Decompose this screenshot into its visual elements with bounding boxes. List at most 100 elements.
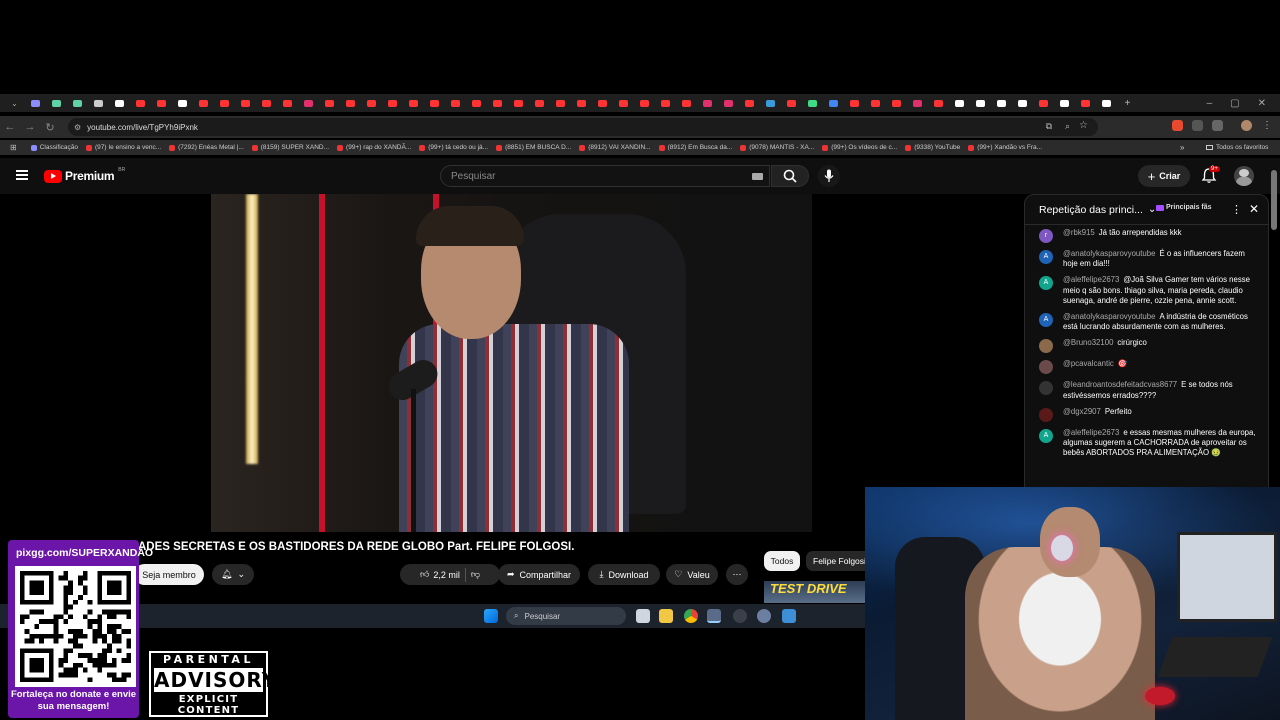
like-button[interactable]: 👍︎ 2,2 mil bbox=[420, 569, 460, 580]
browser-tab[interactable] bbox=[739, 94, 760, 112]
chat-avatar[interactable]: A bbox=[1039, 428, 1053, 443]
chat-mode-label[interactable]: Repetição das princi... bbox=[1039, 204, 1143, 216]
all-bookmarks-folder[interactable]: Todos os favoritos bbox=[1206, 144, 1268, 151]
browser-tab[interactable] bbox=[67, 94, 88, 112]
extension-icon[interactable] bbox=[1192, 120, 1203, 131]
browser-tab[interactable] bbox=[907, 94, 928, 112]
browser-tab[interactable] bbox=[88, 94, 109, 112]
bookmark-item[interactable]: (97) Ie ensino a venc... bbox=[86, 144, 161, 151]
chat-avatar[interactable]: r bbox=[1039, 229, 1053, 243]
tab-list-icon[interactable]: ⌄ bbox=[4, 94, 25, 112]
bookmark-item[interactable]: (99+) Xandão vs Fra... bbox=[968, 144, 1042, 151]
chat-avatar[interactable] bbox=[1039, 381, 1053, 396]
chat-avatar[interactable] bbox=[1039, 339, 1053, 354]
browser-tab[interactable] bbox=[949, 94, 970, 112]
bookmark-item[interactable]: (8851) EM BUSCA D... bbox=[496, 144, 571, 151]
streaming-app-icon[interactable] bbox=[707, 609, 721, 623]
zoom-icon[interactable]: ⌕ bbox=[1065, 121, 1070, 132]
chip-all[interactable]: Todos bbox=[764, 551, 800, 571]
chat-author[interactable]: @aleffelipe2673 bbox=[1063, 275, 1119, 284]
browser-tab[interactable] bbox=[592, 94, 613, 112]
more-actions-button[interactable]: ⋯ bbox=[726, 564, 748, 585]
browser-tab[interactable] bbox=[697, 94, 718, 112]
chat-author[interactable]: @leandroantosdefeitadcvas8677 bbox=[1063, 380, 1177, 389]
browser-tab[interactable] bbox=[361, 94, 382, 112]
browser-tab[interactable] bbox=[571, 94, 592, 112]
menu-icon[interactable] bbox=[16, 170, 28, 180]
app-icon[interactable] bbox=[782, 609, 796, 623]
browser-tab[interactable] bbox=[928, 94, 949, 112]
browser-tab[interactable] bbox=[25, 94, 46, 112]
voice-search-button[interactable] bbox=[818, 165, 840, 187]
task-view-icon[interactable] bbox=[636, 609, 650, 623]
browser-tab[interactable] bbox=[109, 94, 130, 112]
browser-tab[interactable] bbox=[130, 94, 151, 112]
browser-tab[interactable] bbox=[718, 94, 739, 112]
bookmark-item[interactable]: Classificação bbox=[30, 144, 78, 151]
search-input[interactable]: Pesquisar bbox=[440, 165, 770, 187]
back-icon[interactable]: ← bbox=[0, 121, 20, 133]
extension-icon[interactable] bbox=[1172, 120, 1183, 131]
extension-icon[interactable] bbox=[1212, 120, 1223, 131]
browser-tab[interactable] bbox=[340, 94, 361, 112]
download-button[interactable]: ⤓ Download bbox=[588, 564, 660, 585]
thumb-down-icon[interactable]: 👎︎ bbox=[471, 569, 480, 580]
browser-tab[interactable] bbox=[403, 94, 424, 112]
chat-author[interactable]: @aleffelipe2673 bbox=[1063, 428, 1119, 437]
browser-tab[interactable] bbox=[613, 94, 634, 112]
browser-tab[interactable] bbox=[676, 94, 697, 112]
bookmark-item[interactable]: (9338) YouTube bbox=[905, 144, 960, 151]
browser-tab[interactable] bbox=[46, 94, 67, 112]
bookmark-item[interactable]: (8159) SUPER XAND... bbox=[251, 144, 329, 151]
bookmark-item[interactable]: (7292) Enéas Metal |... bbox=[169, 144, 244, 151]
youtube-logo[interactable]: Premium BR bbox=[44, 167, 125, 183]
share-button[interactable]: ➦ Compartilhar bbox=[498, 564, 580, 585]
bookmarks-overflow[interactable]: » bbox=[1180, 143, 1184, 152]
menu-kebab-icon[interactable]: ⋮ bbox=[1262, 120, 1272, 131]
browser-tab[interactable] bbox=[760, 94, 781, 112]
page-scrollbar[interactable] bbox=[1271, 170, 1277, 230]
browser-tab[interactable] bbox=[781, 94, 802, 112]
browser-tab[interactable] bbox=[865, 94, 886, 112]
chat-author[interactable]: @dgx2907 bbox=[1063, 407, 1101, 416]
browser-tab[interactable] bbox=[445, 94, 466, 112]
bookmark-item[interactable]: (99+) Os vídeos de c... bbox=[822, 144, 897, 151]
bookmark-item[interactable]: (99+) tá cedo ou já... bbox=[419, 144, 488, 151]
profile-avatar[interactable] bbox=[1241, 120, 1252, 131]
close-window-icon[interactable]: ✕ bbox=[1258, 98, 1266, 109]
recording-app-icon[interactable] bbox=[733, 609, 747, 623]
browser-tab[interactable] bbox=[277, 94, 298, 112]
browser-tab[interactable] bbox=[886, 94, 907, 112]
bookmark-star-icon[interactable]: ☆ bbox=[1079, 120, 1088, 131]
browser-tab[interactable] bbox=[214, 94, 235, 112]
browser-tab[interactable] bbox=[1096, 94, 1117, 112]
chat-avatar[interactable]: A bbox=[1039, 313, 1053, 328]
browser-tab[interactable] bbox=[844, 94, 865, 112]
browser-tab[interactable] bbox=[382, 94, 403, 112]
browser-tab[interactable] bbox=[424, 94, 445, 112]
windows-start-icon[interactable] bbox=[484, 609, 498, 623]
video-player[interactable] bbox=[211, 194, 812, 532]
keyboard-icon[interactable] bbox=[752, 173, 763, 180]
browser-tab[interactable] bbox=[466, 94, 487, 112]
browser-tab[interactable] bbox=[823, 94, 844, 112]
top-fans-badge[interactable]: Principais fãs bbox=[1156, 204, 1212, 211]
browser-tab[interactable] bbox=[298, 94, 319, 112]
minimize-icon[interactable]: – bbox=[1207, 98, 1213, 109]
subscribe-bell-button[interactable]: 🔔︎ ⌄ bbox=[212, 564, 254, 585]
site-info-icon[interactable]: ⚙ bbox=[74, 123, 81, 132]
file-explorer-icon[interactable] bbox=[659, 609, 673, 623]
browser-tab[interactable] bbox=[319, 94, 340, 112]
browser-tab[interactable] bbox=[970, 94, 991, 112]
forward-icon[interactable]: → bbox=[20, 121, 40, 133]
chat-author[interactable]: @pcavalcantic bbox=[1063, 359, 1114, 368]
bookmark-item[interactable]: (9078) MANTIS - XA... bbox=[740, 144, 814, 151]
browser-tab[interactable] bbox=[151, 94, 172, 112]
chat-author[interactable]: @Bruno32100 bbox=[1063, 338, 1113, 347]
taskbar-search[interactable]: ⌕ Pesquisar bbox=[506, 607, 626, 625]
settings-gear-icon[interactable] bbox=[757, 609, 771, 623]
join-button[interactable]: Seja membro bbox=[134, 564, 204, 585]
browser-tab[interactable] bbox=[991, 94, 1012, 112]
browser-tab[interactable] bbox=[802, 94, 823, 112]
bookmark-item[interactable]: (8912) Em Busca da... bbox=[658, 144, 732, 151]
